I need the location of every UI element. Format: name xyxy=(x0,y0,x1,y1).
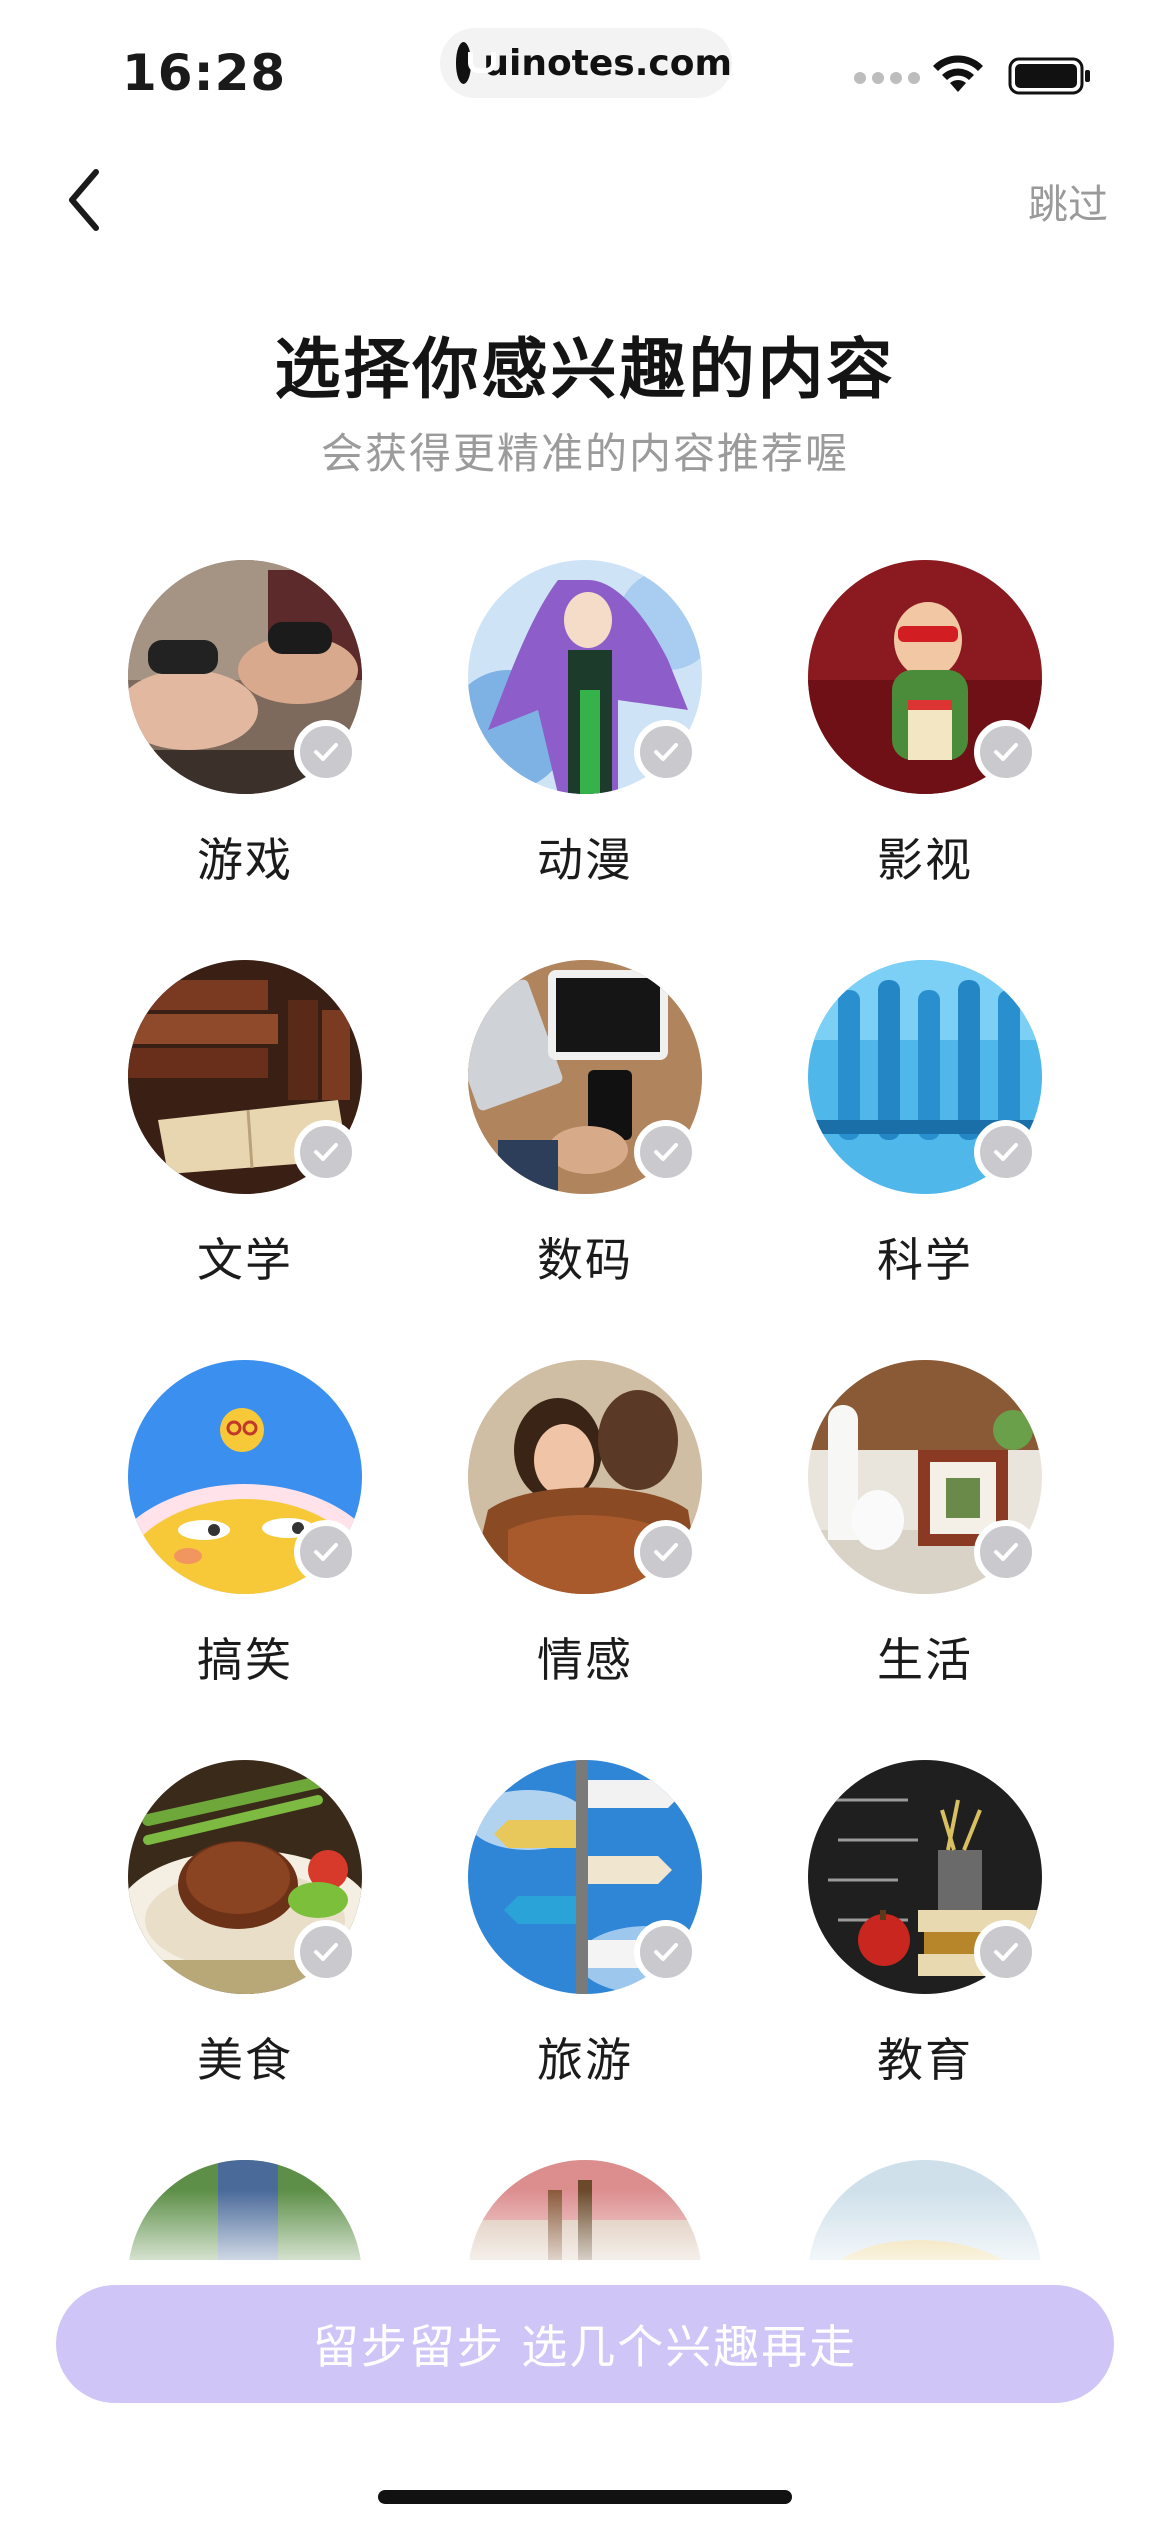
interest-label: 数码 xyxy=(537,1233,633,1287)
page-title: 选择你感兴趣的内容 xyxy=(274,331,896,408)
check-icon xyxy=(294,720,358,784)
skip-button[interactable]: 跳过 xyxy=(1028,172,1108,230)
check-icon xyxy=(634,720,698,784)
check-icon xyxy=(974,1120,1038,1184)
battery-icon xyxy=(1008,57,1090,95)
status-bar: 16:28 uinotes.com xyxy=(0,0,1170,150)
interest-label: 搞笑 xyxy=(197,1633,293,1687)
check-icon xyxy=(974,720,1038,784)
interest-label: 美食 xyxy=(197,2033,293,2087)
signal-icon xyxy=(854,72,920,84)
interest-label: 文学 xyxy=(197,1233,293,1287)
check-icon xyxy=(974,1520,1038,1584)
check-icon xyxy=(294,1920,358,1984)
check-icon xyxy=(634,1920,698,1984)
check-icon xyxy=(294,1520,358,1584)
check-icon xyxy=(974,1920,1038,1984)
page-subtitle: 会获得更精准的内容推荐喔 xyxy=(320,429,849,478)
interest-label: 旅游 xyxy=(537,2033,633,2087)
interest-label: 动漫 xyxy=(537,833,633,887)
back-button[interactable] xyxy=(56,160,116,240)
home-indicator[interactable] xyxy=(378,2490,792,2504)
check-icon xyxy=(634,1120,698,1184)
url-text: uinotes.com xyxy=(483,42,732,84)
site-logo-icon xyxy=(456,42,497,84)
wifi-icon xyxy=(933,55,983,92)
continue-button[interactable]: 留步留步 选几个兴趣再走 xyxy=(56,2285,1114,2403)
url-pill[interactable]: uinotes.com xyxy=(440,28,732,98)
check-icon xyxy=(634,1520,698,1584)
interest-label: 生活 xyxy=(877,1633,973,1687)
chevron-left-icon xyxy=(69,169,99,231)
interest-label: 影视 xyxy=(877,833,973,887)
status-time: 16:28 xyxy=(122,44,287,102)
interest-label: 情感 xyxy=(537,1633,633,1687)
check-icon xyxy=(294,1120,358,1184)
interest-label: 科学 xyxy=(877,1233,973,1287)
interest-label: 教育 xyxy=(877,2033,973,2087)
interest-label: 游戏 xyxy=(197,833,293,887)
